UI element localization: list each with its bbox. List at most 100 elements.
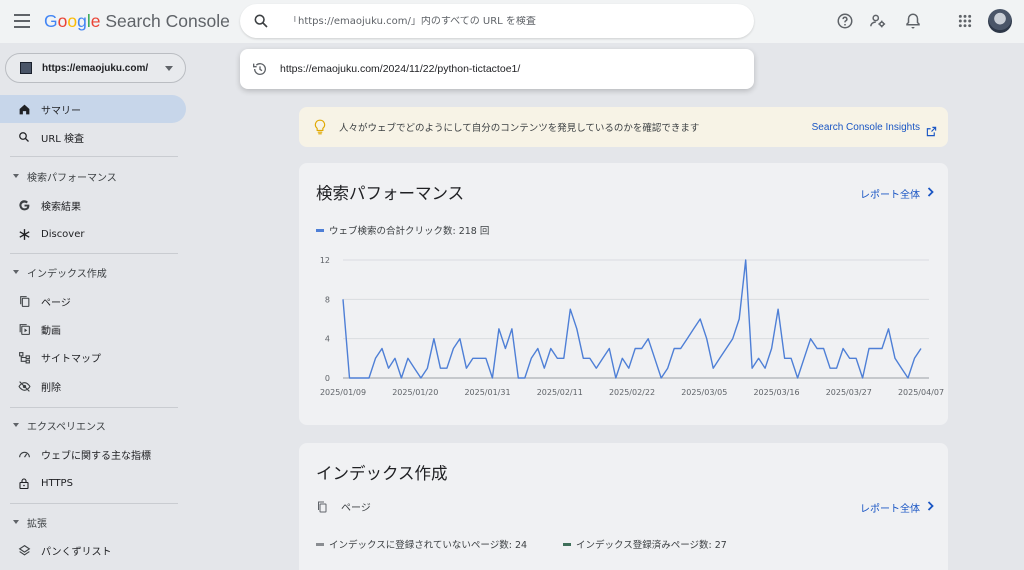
y-tick-label: 0 [325,374,330,383]
y-tick-label: 8 [325,295,330,304]
insights-banner: 人々がウェブでどのようにして自分のコンテンツを発見しているのかを確認できます S… [299,107,948,147]
collapse-triangle-icon [13,423,19,427]
x-tick-label: 2025/01/09 [320,388,366,397]
notifications-bell-icon[interactable] [903,11,923,31]
sidebar-section-label: インデックス作成 [27,268,107,280]
sidebar-section-enhancements[interactable]: 拡張 [0,512,186,532]
indexing-subtitle: ページ [341,503,371,514]
url-inspection-input[interactable] [288,15,728,27]
sidebar-item-label: 検索結果 [41,201,81,213]
sidebar-item-core-web-vitals[interactable]: ウェブに関する主な指標 [0,440,186,468]
indexing-card-title: インデックス作成 [316,464,448,483]
property-selector[interactable]: https://emaojuku.com/ [5,53,186,83]
sidebar-item-search-results[interactable]: 検索結果 [0,191,186,219]
sidebar-section-indexing[interactable]: インデックス作成 [0,262,186,282]
sidebar-item-sitemaps[interactable]: サイトマップ [0,343,186,371]
sidebar-divider [10,407,178,408]
x-tick-label: 2025/03/05 [681,388,727,397]
help-icon[interactable] [835,11,855,31]
sidebar-item-pages[interactable]: ページ [0,287,186,315]
x-tick-label: 2025/04/07 [898,388,944,397]
history-icon [252,61,268,77]
sidebar-section-label: エクスペリエンス [27,421,106,433]
search-icon [17,130,31,144]
sidebar-section-label: 拡張 [27,518,47,530]
logo-product-name: Search Console [100,11,230,31]
home-icon [17,102,31,116]
sidebar-item-label: ウェブに関する主な指標 [41,450,151,462]
sidebar-item-label: 削除 [41,382,61,394]
property-label: https://emaojuku.com/ [42,62,149,74]
collapse-triangle-icon [13,270,19,274]
x-tick-label: 2025/02/22 [609,388,655,397]
sidebar-item-label: サイトマップ [41,353,101,365]
clicks-line-chart: 0 4 8 12 2025/01/09 2025/01/20 2025/01/31 2025/… [320,256,944,397]
caret-down-icon [165,66,173,71]
pages-copy-icon [316,499,328,513]
apps-grid-icon[interactable] [955,11,975,31]
manage-users-icon[interactable] [868,11,888,31]
search-console-logo[interactable]: Google Search Console [44,11,230,32]
sitemap-icon [17,350,31,364]
sidebar-item-discover[interactable]: Discover [0,220,186,248]
sidebar-item-summary[interactable]: サマリー [0,95,186,123]
search-suggestion-item[interactable]: https://emaojuku.com/2024/11/22/python-t… [240,49,754,89]
x-tick-label: 2025/01/31 [464,388,510,397]
legend-label: インデックス登録済みページ数: 27 [576,540,727,551]
main-menu-icon[interactable] [14,14,30,28]
sidebar-divider [10,156,178,157]
banner-text: 人々がウェブでどのようにして自分のコンテンツを発見しているのかを確認できます [339,123,700,134]
google-g-icon [17,198,31,212]
collapse-triangle-icon [13,520,19,524]
asterisk-icon [17,227,31,241]
search-console-insights-link[interactable]: Search Console Insights [812,122,920,133]
sidebar-divider [10,253,178,254]
x-tick-label: 2025/01/20 [392,388,438,397]
legend-swatch [563,542,571,546]
sidebar-item-videos[interactable]: 動画 [0,315,186,343]
sidebar-item-label: 動画 [41,325,61,337]
y-tick-label: 4 [325,335,330,344]
sidebar-item-breadcrumbs[interactable]: パンくずリスト [0,536,186,564]
eye-off-icon [17,379,31,393]
url-inspection-search-box[interactable] [240,4,754,38]
sidebar-item-label: ページ [41,297,71,309]
sidebar-section-performance[interactable]: 検索パフォーマンス [0,166,186,186]
sidebar-item-https[interactable]: HTTPS [0,469,186,497]
sidebar-item-label: サマリー [41,105,81,117]
legend-label: インデックスに登録されていないページ数: 24 [329,540,528,551]
sidebar-item-removals[interactable]: 削除 [0,372,186,400]
suggestion-url: https://emaojuku.com/2024/11/22/python-t… [280,63,521,75]
x-tick-label: 2025/03/27 [826,388,872,397]
sidebar-item-label: URL 検査 [41,133,85,145]
logo-letter: e [90,11,101,31]
site-favicon-icon [20,62,32,74]
performance-card: 検索パフォーマンス レポート全体 ウェブ検索の合計クリック数: 218 回 04… [299,163,948,425]
x-tick-label: 2025/02/11 [537,388,583,397]
legend-indexed: インデックス登録済みページ数: 27 [563,537,727,551]
collapse-triangle-icon [13,174,19,178]
sidebar-section-experience[interactable]: エクスペリエンス [0,415,186,435]
open-in-new-icon[interactable] [926,122,937,136]
sidebar-nav: https://emaojuku.com/ サマリー URL 検査 検索パフォー… [0,43,190,570]
sidebar-item-label: Discover [41,228,85,240]
search-icon [253,13,269,29]
sidebar-section-label: 検索パフォーマンス [27,172,117,184]
clicks-series-line [342,259,922,379]
sidebar-item-label: パンくずリスト [41,546,112,558]
x-tick-label: 2025/03/16 [753,388,799,397]
logo-letter: o [57,11,68,31]
lock-icon [17,476,31,490]
logo-letter: G [44,11,58,31]
account-avatar[interactable] [988,9,1012,33]
legend-swatch [316,542,324,546]
sidebar-item-url-inspection[interactable]: URL 検査 [0,123,186,151]
indexing-report-link[interactable]: レポート全体 [860,500,934,515]
chevron-right-icon [927,501,934,514]
logo-letter: g [77,11,87,31]
lightbulb-icon [313,119,327,135]
pages-copy-icon [17,294,31,308]
speedometer-icon [17,447,31,461]
y-tick-label: 12 [320,256,330,265]
sidebar-divider [10,503,178,504]
